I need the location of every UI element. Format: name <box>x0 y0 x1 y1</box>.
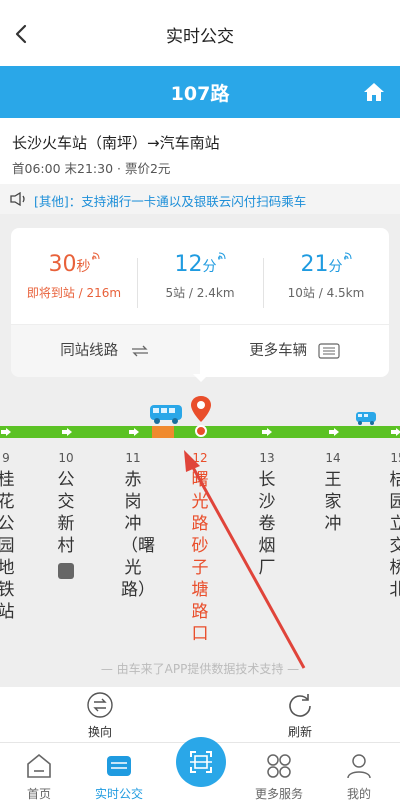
route-info: 长沙火车站（南坪）→汽车南站 首06:00 末21:30 · 票价2元 <box>0 118 400 184</box>
same-station-lines-tab[interactable]: 同站线路 <box>11 325 200 377</box>
qr-scan-icon <box>190 751 212 773</box>
direction-arrow-icon <box>262 428 272 436</box>
station-number: 14 <box>325 451 341 465</box>
bus-line-diagram[interactable]: 9 桂花公园地铁站 10 公交新村 11 赤岗冲（曙光路） 12 曙光路砂子塘路… <box>0 395 400 687</box>
station-name: 公交新村 <box>57 470 75 556</box>
eta-unit: 秒 <box>76 259 91 275</box>
notice-text: [其他]：支持湘行一卡通以及银联云闪付扫码乘车 <box>34 194 307 209</box>
direction-arrow-icon <box>391 428 400 436</box>
bus-icon <box>150 405 182 424</box>
station-number: 10 <box>58 451 74 465</box>
bottom-tabbar: 首页 实时公交 更多服务 我的 <box>0 737 400 808</box>
direction-arrow-icon <box>1 428 11 436</box>
station-name: 曙光路砂子塘路口 <box>191 470 209 644</box>
tab-label: 实时公交 <box>94 787 143 801</box>
station-name: 桔园立交桥北 <box>389 470 400 600</box>
current-station-dot <box>195 425 207 437</box>
eta-item-3: 21分 10站 / 4.5km <box>263 252 389 301</box>
action-bar: 换向 刷新 <box>0 687 400 742</box>
station-item[interactable]: 13 长沙卷烟厂 <box>255 451 279 579</box>
congestion-segment <box>152 426 174 438</box>
station-item[interactable]: 10 公交新村 <box>54 451 78 583</box>
page-title: 实时公交 <box>166 27 234 47</box>
eta-unit: 分 <box>202 259 217 275</box>
direction-arrow-icon <box>329 428 339 436</box>
tab-label: 更多车辆 <box>249 343 308 359</box>
station-number: 9 <box>2 451 10 465</box>
card-tabs: 同站线路 更多车辆 <box>11 324 389 377</box>
top-navbar: 实时公交 <box>0 0 400 66</box>
signal-icon <box>343 252 351 260</box>
scan-button[interactable] <box>176 737 226 787</box>
more-buses-tab[interactable]: 更多车辆 <box>200 325 389 377</box>
direction-arrow-icon <box>62 428 72 436</box>
speaker-icon <box>10 192 25 206</box>
grid-icon <box>267 754 291 778</box>
home-outline-icon <box>27 753 51 778</box>
swap-icon <box>87 692 113 718</box>
station-number: 13 <box>259 451 275 465</box>
station-name: 王家冲 <box>324 470 342 534</box>
route-name: 107路 <box>170 83 230 105</box>
list-icon <box>318 343 340 359</box>
signal-icon <box>91 252 99 260</box>
home-icon[interactable] <box>362 80 386 104</box>
tab-realtime-bus[interactable]: 实时公交 <box>84 751 154 802</box>
eta-value: 12 <box>174 252 203 277</box>
tab-mine[interactable]: 我的 <box>324 751 394 802</box>
route-header: 107路 <box>0 66 400 118</box>
station-item[interactable]: 15 桔园立交桥北 <box>386 451 400 601</box>
refresh-icon <box>289 694 311 717</box>
notice-bar[interactable]: [其他]：支持湘行一卡通以及银联云闪付扫码乘车 <box>0 184 400 214</box>
reverse-direction-button[interactable]: 换向 <box>70 691 130 740</box>
tab-label: 首页 <box>26 787 51 801</box>
station-number: 15 <box>390 451 400 465</box>
eta-sub: 即将到站 / 216m <box>26 286 122 300</box>
eta-unit: 分 <box>328 259 343 275</box>
refresh-button[interactable]: 刷新 <box>270 691 330 740</box>
tab-label: 更多服务 <box>254 787 303 801</box>
bus-card-icon <box>107 756 131 776</box>
station-name: 长沙卷烟厂 <box>258 470 276 578</box>
eta-sub: 10站 / 4.5km <box>287 286 365 300</box>
station-name: 赤岗冲（曙光路） <box>121 470 155 600</box>
user-icon <box>347 754 371 779</box>
eta-card: 30秒 即将到站 / 216m 12分 5站 / 2.4km 21分 10站 /… <box>11 228 389 377</box>
eta-item-1: 30秒 即将到站 / 216m <box>11 252 137 301</box>
station-name: 桂花公园地铁站 <box>0 470 15 622</box>
eta-sub: 5站 / 2.4km <box>165 286 235 300</box>
station-number: 11 <box>125 451 141 465</box>
station-item-current[interactable]: 12 曙光路砂子塘路口 <box>188 451 212 645</box>
data-source-note: — 由车来了APP提供数据技术支持 — <box>100 662 300 676</box>
action-label: 换向 <box>87 725 112 739</box>
route-direction: 长沙火车站（南坪）→汽车南站 <box>12 134 220 152</box>
metro-icon <box>58 563 74 579</box>
card-pointer <box>193 374 209 382</box>
station-item[interactable]: 14 王家冲 <box>321 451 345 535</box>
direction-arrow-icon <box>129 428 139 436</box>
transfer-icon <box>131 345 148 357</box>
signal-icon <box>217 252 225 260</box>
location-pin-icon <box>191 396 211 422</box>
tab-label: 我的 <box>346 787 371 801</box>
eta-value: 21 <box>300 252 329 277</box>
station-item[interactable]: 9 桂花公园地铁站 <box>0 451 18 623</box>
route-schedule-fare: 首06:00 末21:30 · 票价2元 <box>12 161 171 176</box>
station-number: 12 <box>192 451 208 465</box>
bus-icon <box>356 412 376 425</box>
station-item[interactable]: 11 赤岗冲（曙光路） <box>121 451 155 601</box>
eta-item-2: 12分 5站 / 2.4km <box>137 252 263 301</box>
tab-label: 同站线路 <box>60 343 119 359</box>
tab-more-services[interactable]: 更多服务 <box>244 751 314 802</box>
tab-home[interactable]: 首页 <box>4 751 74 802</box>
action-label: 刷新 <box>287 725 312 739</box>
eta-value: 30 <box>48 252 77 277</box>
